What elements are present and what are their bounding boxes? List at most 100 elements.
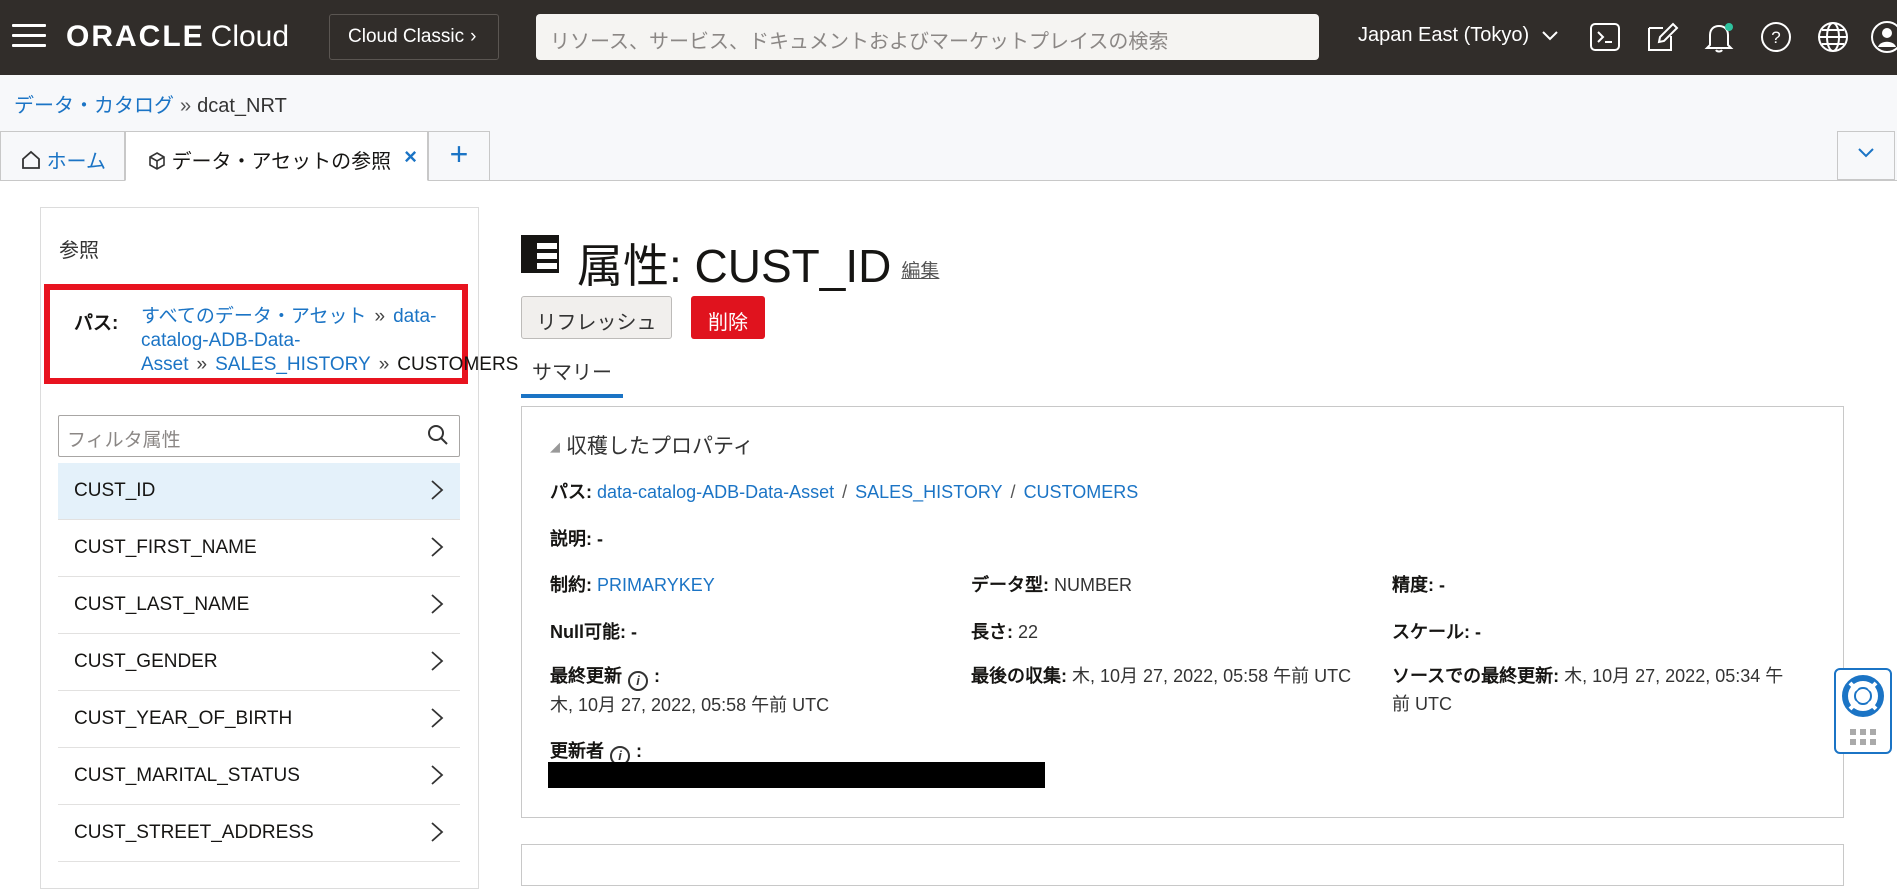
description-value: - (597, 529, 604, 549)
path-separator: » (196, 354, 208, 375)
region-selector[interactable]: Japan East (Tokyo) (1358, 24, 1559, 47)
help-icon[interactable]: ? (1759, 20, 1793, 54)
datatype-key: データ型: (971, 575, 1049, 595)
cube-icon (149, 152, 165, 170)
path-slash: / (1010, 482, 1016, 502)
add-tab-button[interactable]: + (428, 131, 490, 180)
length-key: 長さ: (971, 622, 1013, 642)
search-input[interactable]: リソース、サービス、ドキュメントおよびマーケットプレイスの検索 (536, 14, 1319, 60)
menu-icon[interactable] (12, 24, 46, 48)
path-table-link[interactable]: CUSTOMERS (1024, 482, 1139, 502)
chevron-right-icon (431, 765, 444, 785)
close-tab-icon[interactable]: × (404, 144, 417, 170)
constraint-value[interactable]: PRIMARYKEY (597, 575, 715, 595)
breadcrumb-data-catalog-link[interactable]: データ・カタログ (14, 95, 174, 117)
path-all-assets-link[interactable]: すべてのデータ・アセット (141, 306, 367, 327)
section-title: 収穫したプロパティ (566, 435, 754, 458)
lifebuoy-icon (1842, 675, 1884, 717)
last-harvested-key: 最後の収集: (971, 666, 1067, 686)
last-updated-key: 最終更新 (550, 666, 622, 686)
breadcrumb-bar: データ・カタログ » dcat_NRT (0, 75, 1897, 127)
svg-text:?: ? (1771, 28, 1780, 47)
refresh-button[interactable]: リフレッシュ (521, 296, 672, 339)
path-slash: / (842, 482, 848, 502)
chevron-right-icon (431, 537, 444, 557)
tab-browse-data-assets[interactable]: データ・アセットの参照 × (125, 131, 428, 181)
cloud-classic-button[interactable]: Cloud Classic › (329, 14, 499, 60)
path-highlight-box: パス: すべてのデータ・アセット» data-catalog-ADB-Data-A… (44, 284, 518, 384)
edit-link[interactable]: 編集 (901, 261, 939, 282)
path-row: パス: data-catalog-ADB-Data-Asset / SALES_HI… (550, 478, 1138, 504)
drag-handle-icon[interactable] (1836, 725, 1890, 749)
path-label: パス: (74, 313, 119, 334)
precision-value: - (1439, 575, 1446, 595)
scale-value: - (1475, 622, 1482, 642)
cloud-classic-label: Cloud Classic (348, 26, 465, 47)
profile-icon[interactable] (1870, 20, 1897, 54)
tab-browse-label: データ・アセットの参照 (171, 151, 392, 173)
section-header[interactable]: ◢ 収穫したプロパティ (550, 430, 754, 460)
chevron-right-icon: › (470, 26, 477, 47)
filter-placeholder: フィルタ属性 (67, 430, 181, 451)
constraint-key: 制約: (550, 575, 592, 595)
list-item[interactable]: CUST_LAST_NAME (58, 577, 460, 634)
logo-product: Cloud (210, 20, 290, 53)
bell-icon[interactable] (1702, 20, 1736, 54)
path-separator: » (378, 354, 390, 375)
info-icon[interactable]: i (628, 671, 648, 691)
breadcrumb-current: dcat_NRT (197, 95, 287, 117)
list-item[interactable]: CUST_ID (58, 463, 460, 520)
source-updated-value-cont: 前 UTC (1392, 694, 1452, 714)
length-row: 長さ: 22 (971, 618, 1038, 644)
attribute-name: CUST_ID (74, 480, 156, 501)
list-item[interactable]: CUST_FIRST_NAME (58, 520, 460, 577)
list-item[interactable]: CUST_MARITAL_STATUS (58, 748, 460, 805)
scale-key: スケール: (1392, 622, 1470, 642)
updated-by-key: 更新者 (550, 741, 604, 761)
delete-button[interactable]: 削除 (691, 296, 765, 339)
edit-icon[interactable] (1645, 20, 1679, 54)
chevron-down-icon (1858, 148, 1874, 158)
path-schema-link[interactable]: SALES_HISTORY (855, 482, 1002, 502)
filter-attributes-input[interactable]: フィルタ属性 (58, 415, 460, 457)
last-updated-colon: : (654, 666, 660, 686)
chevron-right-icon (431, 708, 444, 728)
nullable-value: - (631, 622, 638, 642)
attribute-name: CUST_LAST_NAME (74, 594, 250, 615)
collapse-triangle-icon: ◢ (550, 439, 560, 455)
tab-overflow-button[interactable] (1837, 131, 1895, 180)
oracle-cloud-logo[interactable]: ORACLE Cloud (66, 20, 289, 54)
help-widget[interactable] (1834, 668, 1892, 754)
browse-panel: 参照 パス: すべてのデータ・アセット» data-catalog-ADB-Dat… (40, 207, 518, 889)
tab-summary[interactable]: サマリー (521, 352, 623, 398)
last-harvested-value: 木, 10月 27, 2022, 05:58 午前 UTC (1072, 666, 1352, 686)
precision-row: 精度: - (1392, 571, 1445, 597)
list-item[interactable]: CUST_GENDER (58, 634, 460, 691)
last-updated-value: 木, 10月 27, 2022, 05:58 午前 UTC (550, 695, 830, 715)
chevron-right-icon (431, 480, 444, 500)
datatype-value: NUMBER (1054, 575, 1133, 595)
tab-home[interactable]: ホーム (0, 131, 125, 180)
path-schema-link[interactable]: SALES_HISTORY (215, 354, 371, 375)
source-updated-row: ソースでの最終更新: 木, 10月 27, 2022, 05:34 午 前 UT… (1392, 662, 1783, 718)
path-key: パス: (550, 482, 592, 502)
attribute-name: CUST_FIRST_NAME (74, 537, 257, 558)
search-icon[interactable] (427, 424, 449, 446)
path-separator: » (374, 306, 386, 327)
attribute-list: CUST_ID CUST_FIRST_NAME CUST_LAST_NAME C… (58, 463, 460, 862)
logo-brand: ORACLE (66, 20, 205, 53)
list-item[interactable]: CUST_YEAR_OF_BIRTH (58, 691, 460, 748)
globe-icon[interactable] (1816, 20, 1850, 54)
path-data-asset-link[interactable]: data-catalog-ADB-Data-Asset (597, 482, 834, 502)
chevron-right-icon (431, 651, 444, 671)
scale-row: スケール: - (1392, 618, 1481, 644)
updated-by-colon: : (636, 741, 642, 761)
description-key: 説明: (550, 529, 592, 549)
list-item[interactable]: CUST_STREET_ADDRESS (58, 805, 460, 862)
page-title: 属性: CUST_ID 編集 (577, 230, 939, 296)
description-row: 説明: - (550, 525, 603, 551)
attribute-name: CUST_GENDER (74, 651, 218, 672)
cloud-shell-icon[interactable] (1588, 20, 1622, 54)
source-updated-key: ソースでの最終更新: (1392, 666, 1560, 686)
datatype-row: データ型: NUMBER (971, 571, 1132, 597)
